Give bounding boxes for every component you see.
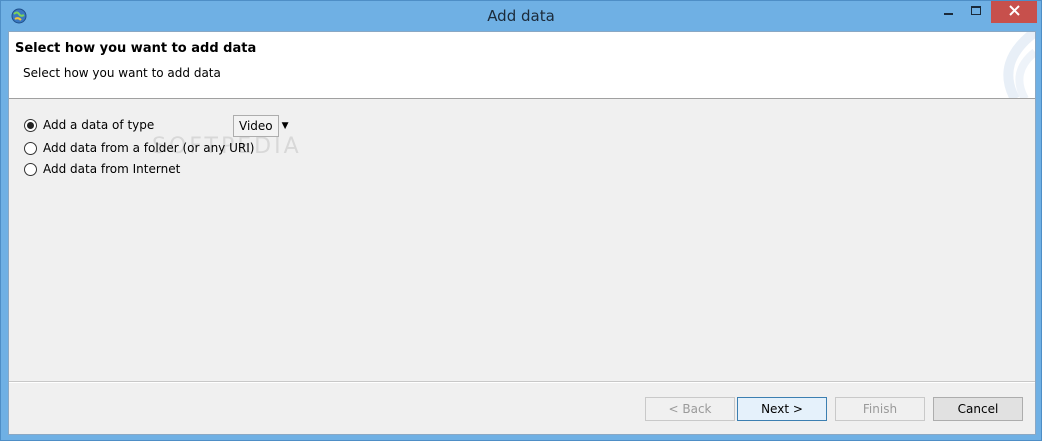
- option-label: Add a data of type: [43, 118, 155, 132]
- radio-button[interactable]: [24, 162, 37, 176]
- radio-button[interactable]: [24, 118, 37, 132]
- header-decoration: [1003, 32, 1035, 98]
- add-data-window: Add data Select how you want to add data…: [0, 0, 1042, 441]
- option-label: Add data from Internet: [43, 162, 181, 176]
- page-description: Select how you want to add data: [23, 66, 221, 80]
- page-title: Select how you want to add data: [15, 41, 257, 56]
- footer-divider-highlight: [9, 382, 1035, 383]
- minimize-button[interactable]: [935, 1, 962, 23]
- dialog-client-area: Select how you want to add data Select h…: [8, 31, 1036, 435]
- radio-button[interactable]: [24, 141, 37, 155]
- option-data-of-type[interactable]: Add a data of type: [24, 116, 154, 134]
- minimize-icon: [943, 5, 954, 19]
- close-button[interactable]: [991, 1, 1037, 23]
- title-bar[interactable]: Add data: [1, 1, 1041, 31]
- option-from-folder[interactable]: Add data from a folder (or any URI): [24, 139, 254, 157]
- option-from-internet[interactable]: Add data from Internet: [24, 160, 180, 178]
- back-button[interactable]: < Back: [645, 397, 735, 421]
- radio-selected-dot: [27, 121, 34, 129]
- maximize-icon: [971, 5, 982, 19]
- maximize-button[interactable]: [963, 1, 990, 23]
- wizard-header: Select how you want to add data Select h…: [9, 32, 1035, 99]
- data-type-select[interactable]: Video ▼: [233, 115, 289, 137]
- data-type-value[interactable]: Video: [233, 115, 279, 137]
- window-title: Add data: [487, 7, 555, 25]
- finish-button[interactable]: Finish: [835, 397, 925, 421]
- close-icon: [1008, 5, 1020, 19]
- next-button[interactable]: Next >: [737, 397, 827, 421]
- cancel-button[interactable]: Cancel: [933, 397, 1023, 421]
- option-label: Add data from a folder (or any URI): [43, 141, 255, 155]
- chevron-down-icon[interactable]: ▼: [282, 121, 289, 131]
